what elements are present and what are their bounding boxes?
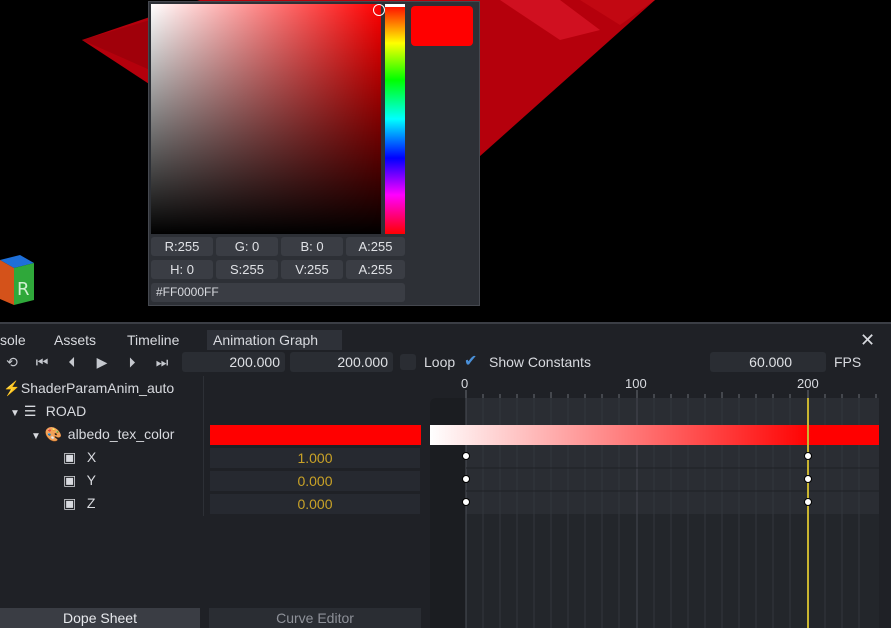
alpha-field[interactable]: A:255 xyxy=(346,260,405,279)
color-gradient-track xyxy=(430,425,879,445)
time-ruler[interactable]: 0 100 200 xyxy=(430,374,879,398)
tab-dope-sheet[interactable]: Dope Sheet xyxy=(0,608,200,628)
channel-value[interactable]: 0.000 xyxy=(210,494,420,514)
tree-item-animation[interactable]: ⚡ ShaderParamAnim_auto xyxy=(0,377,174,400)
tab-animation-graph[interactable]: Animation Graph xyxy=(207,330,342,350)
hue-slider[interactable] xyxy=(385,4,405,234)
a-field[interactable]: A:255 xyxy=(346,237,405,256)
loop-checkbox[interactable] xyxy=(400,354,416,370)
v-field[interactable]: V:255 xyxy=(281,260,343,279)
svg-text:R: R xyxy=(17,279,30,300)
node-name: ROAD xyxy=(45,403,87,419)
prev-frame-icon[interactable]: ⏴ xyxy=(62,352,82,372)
tree-item-channel[interactable]: ▣ Z xyxy=(0,492,95,515)
expand-arrow-icon[interactable]: ▼ xyxy=(31,425,41,448)
channel-name: X xyxy=(86,449,97,465)
color-preview-swatch xyxy=(411,6,473,46)
s-field[interactable]: S:255 xyxy=(216,260,278,279)
show-constants-check-icon[interactable]: ✔ xyxy=(464,352,484,372)
start-time-field[interactable]: 200.000 xyxy=(182,352,285,372)
b-field[interactable]: B: 0 xyxy=(281,237,343,256)
palette-icon: 🎨 xyxy=(44,426,63,442)
reset-icon[interactable]: ⟲ xyxy=(2,352,22,372)
ruler-label: 200 xyxy=(797,376,819,391)
channel-name: Y xyxy=(86,472,96,488)
cube-icon: ▣ xyxy=(63,495,77,511)
tree-item-channel[interactable]: ▣ X xyxy=(0,446,96,469)
color-bar[interactable] xyxy=(210,425,421,445)
tree-item-channel[interactable]: ▣ Y xyxy=(0,469,96,492)
keyframe-marker[interactable] xyxy=(462,498,470,506)
ruler-label: 100 xyxy=(625,376,647,391)
gizmo-cube-icon[interactable]: R xyxy=(0,255,34,307)
hex-input[interactable]: #FF0000FF xyxy=(151,283,405,302)
channel-value[interactable]: 1.000 xyxy=(210,448,420,468)
tab-console[interactable]: sole xyxy=(0,330,44,350)
fps-field[interactable]: 60.000 xyxy=(710,352,826,372)
keyframe-marker[interactable] xyxy=(462,452,470,460)
loop-label: Loop xyxy=(424,354,456,370)
tab-timeline[interactable]: Timeline xyxy=(127,330,207,350)
g-field[interactable]: G: 0 xyxy=(216,237,278,256)
cube-icon: ▣ xyxy=(63,472,77,488)
r-field[interactable]: R:255 xyxy=(151,237,213,256)
h-field[interactable]: H: 0 xyxy=(151,260,213,279)
tree-item-param[interactable]: ▼ 🎨 albedo_tex_color xyxy=(0,423,174,446)
ruler-label: 0 xyxy=(461,376,469,391)
animation-panel: sole Assets Timeline Animation Graph ✕ ⟲… xyxy=(0,322,891,628)
tab-assets[interactable]: Assets xyxy=(54,330,124,350)
timeline-toolbar: ⟲ ⏮ ⏴ ▶ ⏵ ⏭ 200.000 200.000 Loop ✔ Show … xyxy=(0,352,891,374)
show-constants-label: Show Constants xyxy=(489,354,591,370)
param-name: albedo_tex_color xyxy=(67,426,175,442)
track-grid xyxy=(430,398,879,628)
layers-icon: ☰ xyxy=(23,403,37,419)
skip-end-icon[interactable]: ⏭ xyxy=(152,352,172,372)
skip-start-icon[interactable]: ⏮ xyxy=(32,352,52,372)
tab-curve-editor[interactable]: Curve Editor xyxy=(209,608,421,628)
keyframe-marker[interactable] xyxy=(462,475,470,483)
animation-name: ShaderParamAnim_auto xyxy=(20,380,175,396)
bolt-icon: ⚡ xyxy=(3,380,21,396)
color-picker-popup: R:255 G: 0 B: 0 A:255 H: 0 S:255 V:255 A… xyxy=(148,1,480,306)
channel-name: Z xyxy=(86,495,96,511)
channel-value[interactable]: 0.000 xyxy=(210,471,420,491)
cube-icon: ▣ xyxy=(63,449,77,465)
dope-sheet-tracks[interactable] xyxy=(430,398,879,628)
saturation-value-area[interactable] xyxy=(151,4,385,234)
expand-arrow-icon[interactable]: ▼ xyxy=(10,402,20,425)
keyframe-marker[interactable] xyxy=(804,452,812,460)
next-frame-icon[interactable]: ⏵ xyxy=(122,352,142,372)
end-time-field[interactable]: 200.000 xyxy=(290,352,393,372)
fps-label: FPS xyxy=(834,354,862,370)
close-icon[interactable]: ✕ xyxy=(860,330,876,350)
keyframe-marker[interactable] xyxy=(804,498,812,506)
keyframe-marker[interactable] xyxy=(804,475,812,483)
play-icon[interactable]: ▶ xyxy=(92,352,112,372)
tree-item-node[interactable]: ▼ ☰ ROAD xyxy=(0,400,86,423)
hue-handle[interactable] xyxy=(385,4,405,7)
tree-divider xyxy=(203,376,204,516)
sv-handle[interactable] xyxy=(373,4,385,16)
